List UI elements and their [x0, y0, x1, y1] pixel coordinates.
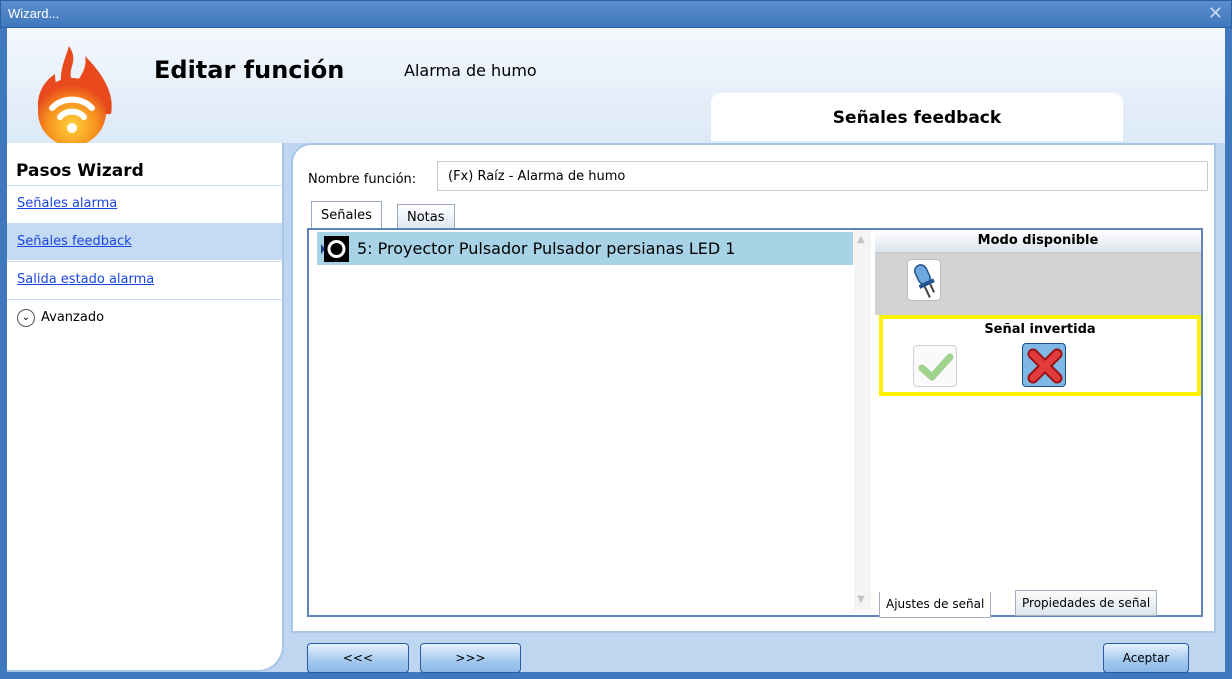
check-icon: [918, 353, 954, 381]
list-item[interactable]: 5: Proyector Pulsador Pulsador persianas…: [317, 232, 853, 265]
page-title: Editar función: [154, 56, 345, 84]
sidebar-item-senales-alarma[interactable]: Señales alarma: [7, 185, 282, 222]
wizard-header: Editar función Alarma de humo Señales fe…: [7, 28, 1225, 146]
scroll-down-icon[interactable]: ▼: [857, 594, 865, 605]
main-panel: Nombre función: (Fx) Raíz - Alarma de hu…: [291, 143, 1216, 633]
signal-label: 5: Proyector Pulsador Pulsador persianas…: [357, 239, 736, 258]
tab-notas[interactable]: Notas: [397, 204, 455, 229]
tab-content: 5: Proyector Pulsador Pulsador persianas…: [307, 228, 1203, 618]
close-icon: [1027, 348, 1063, 384]
function-subtitle: Alarma de humo: [404, 61, 537, 80]
led-mode-button[interactable]: [907, 259, 941, 301]
fire-wifi-icon: [37, 46, 112, 146]
sidebar-item-label[interactable]: Señales alarma: [17, 196, 117, 211]
modo-disponible-header: Modo disponible: [875, 230, 1201, 253]
sidebar-item-salida-estado-alarma[interactable]: Salida estado alarma: [7, 261, 282, 298]
signal-settings-panel: Modo disponible Señal invertida Ajustes …: [875, 230, 1201, 618]
previous-button[interactable]: <<<: [307, 643, 409, 673]
tab-ajustes-de-senal[interactable]: Ajustes de señal: [879, 592, 992, 618]
window-title: Wizard...: [8, 6, 60, 21]
invert-no-button[interactable]: [1022, 343, 1066, 387]
tab-senales[interactable]: Señales: [311, 201, 382, 229]
push-button-icon: [321, 236, 349, 262]
senal-invertida-box: Señal invertida: [879, 315, 1201, 396]
close-icon[interactable]: ✕: [1208, 3, 1223, 24]
sidebar-title: Pasos Wizard: [16, 161, 144, 181]
current-step-label: Señales feedback: [832, 108, 1002, 128]
signals-list: 5: Proyector Pulsador Pulsador persianas…: [317, 230, 871, 610]
next-button[interactable]: >>>: [420, 643, 521, 673]
window-titlebar: Wizard... ✕: [0, 0, 1232, 28]
senal-invertida-title: Señal invertida: [984, 322, 1096, 337]
sidebar-item-senales-feedback[interactable]: Señales feedback: [7, 223, 282, 260]
sidebar-item-label[interactable]: Señales feedback: [17, 234, 132, 249]
tab-propiedades-de-senal[interactable]: Propiedades de señal: [1015, 590, 1158, 616]
led-icon: [914, 264, 935, 299]
sidebar-item-label[interactable]: Salida estado alarma: [17, 272, 154, 287]
function-name-field[interactable]: (Fx) Raíz - Alarma de humo: [437, 161, 1208, 191]
accept-button[interactable]: Aceptar: [1103, 643, 1189, 673]
function-name-label: Nombre función:: [308, 172, 417, 187]
sidebar-item-avanzado[interactable]: ⌄ Avanzado: [7, 299, 282, 336]
invert-yes-button[interactable]: [913, 345, 957, 387]
chevron-down-icon[interactable]: ⌄: [17, 309, 35, 327]
wizard-steps-sidebar: Pasos Wizard Señales alarma Señales feed…: [7, 143, 284, 672]
list-scrollbar[interactable]: ▲ ▼: [854, 230, 871, 610]
sidebar-item-label: Avanzado: [41, 310, 105, 325]
scroll-up-icon[interactable]: ▲: [857, 234, 865, 245]
modo-disponible-area: [875, 253, 1201, 315]
current-step-tab: Señales feedback: [711, 93, 1123, 141]
